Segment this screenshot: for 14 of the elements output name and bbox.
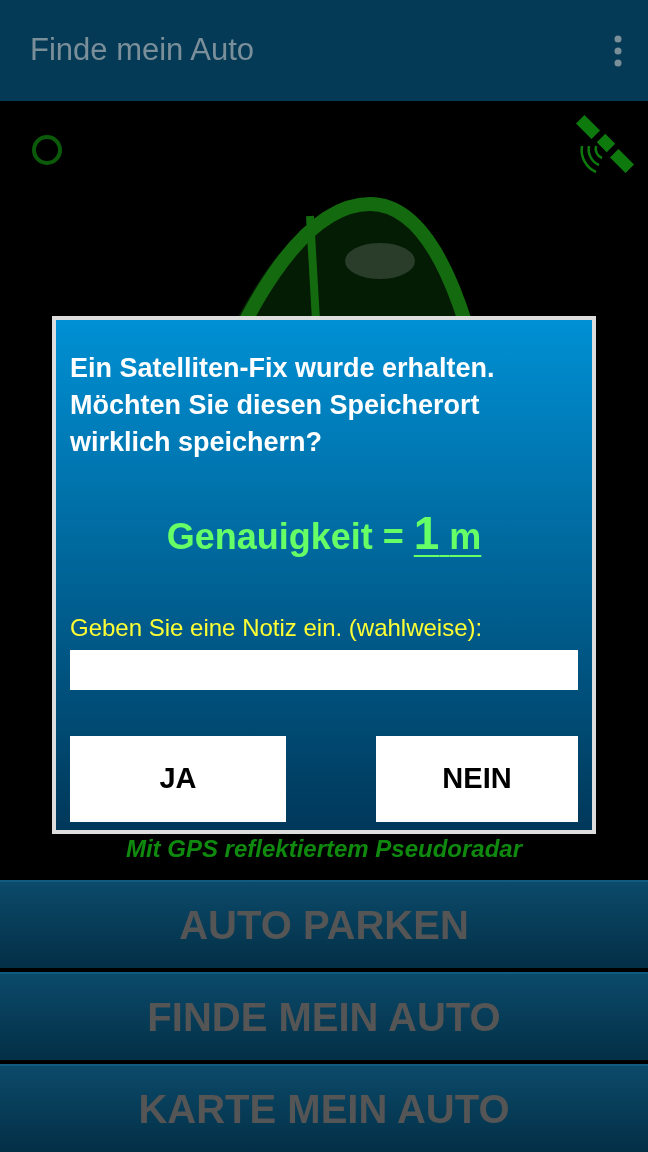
dialog-message: Ein Satelliten-Fix wurde erhalten. Möchten Sie diesen Speicherort wirklich speichern? bbox=[70, 352, 496, 459]
accuracy-text: Genauigkeit = 1 m bbox=[165, 506, 483, 561]
action-button[interactable]: AUTO PARKEN bbox=[0, 880, 648, 968]
menu-icon[interactable] bbox=[614, 34, 622, 67]
no-button[interactable]: NEIN bbox=[376, 736, 578, 822]
status-circle-icon bbox=[31, 134, 63, 166]
radar-caption: Mit GPS reflektiertem Pseudoradar bbox=[124, 837, 524, 861]
note-input-field[interactable] bbox=[70, 650, 578, 690]
note-label: Geben Sie eine Notiz ein. (wahlweise): bbox=[70, 613, 484, 643]
yes-button[interactable]: JA bbox=[70, 736, 286, 822]
action-button[interactable]: FINDE MEIN AUTO bbox=[0, 972, 648, 1060]
satellite-icon[interactable] bbox=[576, 114, 636, 174]
action-button[interactable]: KARTE MEIN AUTO bbox=[0, 1064, 648, 1152]
app-title: Finde mein Auto bbox=[30, 31, 255, 70]
